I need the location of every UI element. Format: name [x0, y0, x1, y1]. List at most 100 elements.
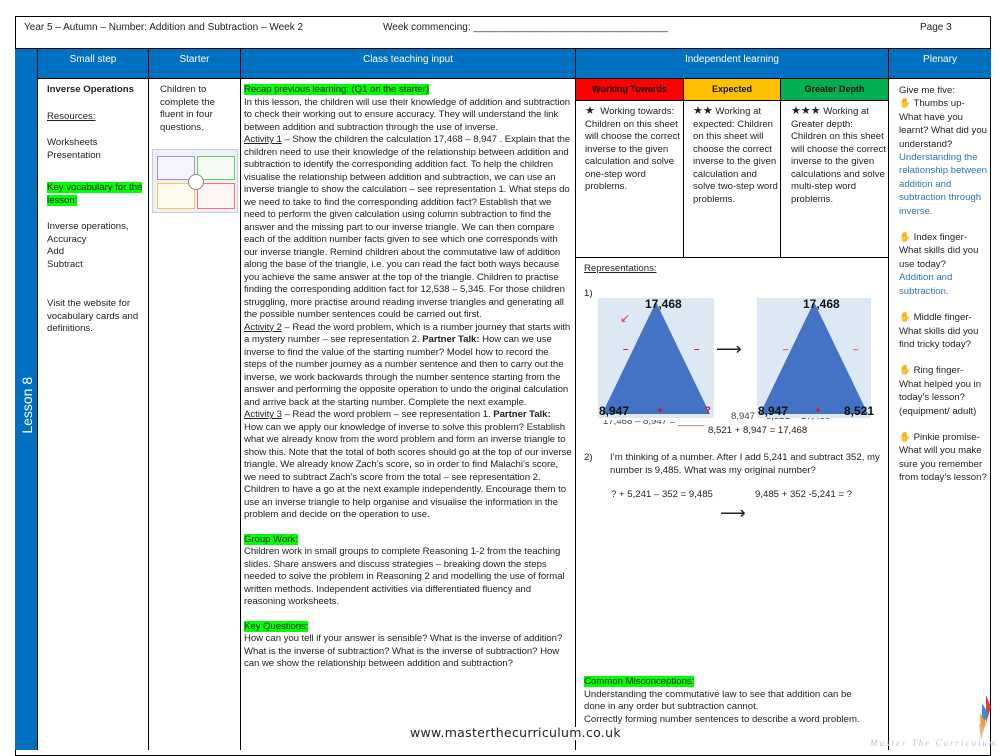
recap-label: Recap previous learning: (Q1 on the star… [244, 84, 429, 95]
hand-icon: ✋ [899, 98, 911, 110]
divider [780, 100, 781, 258]
group-work-label: Group Work: [244, 533, 298, 545]
header-small-step: Small step [37, 49, 148, 79]
arrow-right-icon: ⟶ [716, 339, 742, 359]
website-link[interactable]: www.masterthecurriculum.co.uk [410, 726, 621, 740]
vocab-label: Key vocabulary for the lesson: [47, 182, 143, 206]
hand-icon: ✋ [899, 312, 911, 324]
rep1-number: 1) [584, 288, 593, 299]
band-description: Working towards: Children on this sheet … [585, 106, 680, 192]
misconceptions-label: Common Misconceptions: [584, 676, 695, 687]
minus-sign: – [623, 344, 629, 355]
inverse-triangle-2 [757, 298, 871, 418]
triangle-shape [602, 302, 710, 414]
plenary-answer: Addition and subtraction. [899, 272, 953, 297]
plenary-question: Ring finger- What helped you in today’s … [899, 365, 982, 417]
header-class-teaching: Class teaching input [240, 49, 575, 79]
misconceptions: Common Misconceptions: Understanding the… [584, 676, 874, 726]
header-plenary: Plenary [888, 49, 991, 79]
rep2-inverse-equation: 9,485 + 352 -5,241 = ? [755, 489, 853, 500]
vocab-item: Inverse operations, [47, 221, 129, 232]
activity-2-text: How can we use inverse to find the value… [244, 334, 569, 408]
key-questions-text: How can you tell if your answer is sensi… [244, 633, 563, 669]
hand-icon: ✋ [899, 365, 911, 377]
rep2-number: 2) [584, 452, 593, 463]
clock-icon [188, 174, 204, 190]
vocab-item: Accuracy [47, 233, 87, 245]
activity-2-label: Activity 2 [244, 321, 282, 333]
inverse-triangle-1 [598, 298, 714, 418]
header-independent: Independent learning [575, 49, 888, 79]
page-title: Year 5 – Autumn – Number: Addition and S… [24, 22, 304, 33]
plenary-question: Pinkie promise- What will you make sure … [899, 431, 987, 484]
hand-icon: ✋ [899, 232, 911, 244]
teaching-intro: In this lesson, the children will use th… [244, 96, 571, 133]
divider [888, 49, 889, 750]
lesson-strip: Lesson 8 [15, 49, 37, 750]
star-icon: ★★ [693, 105, 713, 117]
plus-sign: + [815, 405, 821, 416]
plenary-question: Middle finger- What skills did you find … [899, 312, 979, 350]
misconception-item: Correctly forming number sentences to de… [584, 713, 860, 725]
band-description: Working at expected: Children on this sh… [693, 106, 778, 205]
divider [575, 49, 576, 750]
plenary-intro: Give me five: [899, 85, 955, 96]
starter-thumbnail [152, 149, 238, 213]
triangle-right-value: 8,521 [844, 404, 875, 418]
plus-sign: + [657, 405, 663, 416]
resource-item: Worksheets [47, 137, 98, 148]
plenary-question: Thumbs up- What have you learnt? What di… [899, 98, 987, 150]
triangle-shape [760, 302, 868, 414]
divider [575, 257, 888, 258]
rep2-equation: ? + 5,241 – 352 = 9,485 [611, 489, 713, 500]
triangle-top-value: 17,468 [645, 297, 682, 311]
resource-item: Presentation [47, 149, 101, 161]
activity-1-label: Activity 1 [244, 134, 282, 145]
minus-sign: – [853, 344, 859, 355]
greater-depth-text: ★★★ Working at Greater depth: Children o… [791, 105, 886, 206]
divider [37, 49, 38, 750]
header-starter: Starter [148, 49, 240, 79]
divider [683, 100, 684, 258]
vocab-item: Add [47, 246, 65, 257]
week-commencing: Week commencing: _______________________… [383, 22, 669, 33]
arrow-right-icon: ⟶ [720, 503, 746, 523]
star-icon: ★★★ [791, 105, 821, 117]
starter-text: Children to complete the fluent in four … [160, 84, 215, 133]
band-working-towards: Working Towards [576, 79, 683, 101]
group-work-text: Children work in small groups to complet… [244, 546, 565, 607]
partner-talk-label: Partner Talk: [493, 409, 551, 420]
working-towards-text: ★ Working towards: Children on this shee… [585, 105, 680, 194]
expected-text: ★★ Working at expected: Children on this… [693, 105, 779, 206]
activity-3-label: Activity 3 [244, 409, 282, 420]
plenary-answer: Understanding the relationship between a… [899, 152, 988, 217]
band-description: Working at Greater depth: Children on th… [791, 106, 886, 205]
resources-label: Resources: [47, 110, 96, 122]
misconception-item: Understanding the commutative law to see… [584, 688, 852, 713]
triangle-top-value: 17,468 [803, 297, 840, 311]
rep2-problem: I’m thinking of a number. After I add 5,… [610, 452, 880, 476]
equation: 8,521 + 8,947 = 17,468 [708, 425, 808, 436]
activity-1-text: – Show the children the calculation 17,4… [244, 134, 571, 320]
vocab-item: Subtract [47, 258, 83, 270]
triangle-left-value: 8,947 [599, 404, 630, 418]
band-expected: Expected [683, 79, 780, 101]
starter-cell: Children to complete the fluent in four … [160, 84, 236, 134]
activity-3-text: – Read the word problem – see representa… [281, 409, 494, 420]
minus-sign: – [783, 344, 789, 355]
page-header: Year 5 – Autumn – Number: Addition and S… [15, 16, 991, 49]
logo-text: Master The Curriculum [870, 738, 998, 748]
page-number: Page 3 [920, 22, 952, 33]
activity-3-text: How can we apply our knowledge of invers… [244, 421, 572, 521]
minus-sign: – [694, 344, 700, 355]
logo-icon [978, 693, 992, 741]
plenary-question: Index finger- What skills did you use to… [899, 232, 979, 270]
star-icon: ★ [585, 105, 595, 117]
plenary-cell: Give me five: ✋ Thumbs up- What have you… [899, 84, 987, 485]
partner-talk-label: Partner Talk: [422, 334, 480, 345]
divider [148, 49, 149, 750]
hand-icon: ✋ [899, 431, 911, 443]
key-questions-label: Key Questions: [244, 620, 309, 632]
red-arrow-icon: ↙ [620, 311, 631, 325]
website-note: Visit the website for vocabulary cards a… [47, 298, 139, 334]
